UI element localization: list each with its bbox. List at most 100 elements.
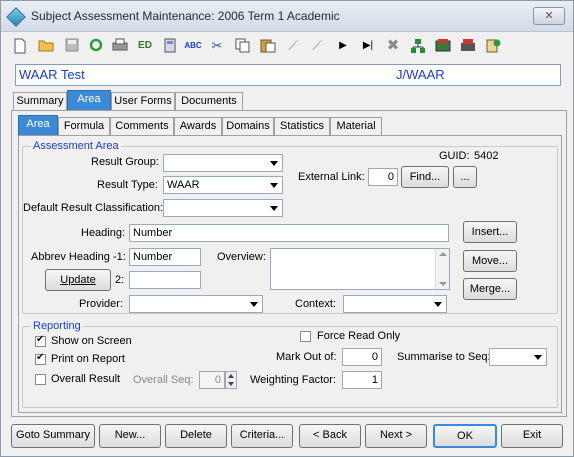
inner-tab-panel: Assessment Area Result Group: GUID: 5402… bbox=[18, 135, 562, 413]
overview-textarea[interactable] bbox=[270, 248, 450, 290]
record-name-bar: WAAR Test J/WAAR bbox=[15, 64, 561, 86]
context-select[interactable] bbox=[343, 295, 447, 313]
calculator-icon[interactable] bbox=[161, 37, 179, 55]
abbrev-heading-field[interactable]: Number bbox=[129, 248, 201, 266]
new-icon[interactable] bbox=[11, 37, 29, 55]
provider-label: Provider: bbox=[79, 298, 124, 310]
tab-area[interactable]: Area bbox=[67, 90, 111, 110]
title-bar: Subject Assessment Maintenance: 2006 Ter… bbox=[1, 1, 573, 32]
external-link-label: External Link: bbox=[298, 171, 365, 183]
find-button[interactable]: Find... bbox=[401, 166, 449, 188]
result-type-select[interactable]: WAAR bbox=[163, 176, 283, 194]
assessment-area-group: Assessment Area Result Group: GUID: 5402… bbox=[22, 140, 558, 314]
abbrev-heading-2-field[interactable] bbox=[129, 271, 201, 289]
prev-icon[interactable]: ⟋ bbox=[308, 37, 326, 55]
exit-button[interactable]: Exit bbox=[501, 424, 563, 448]
clip-icon[interactable] bbox=[459, 37, 477, 55]
window-title: Subject Assessment Maintenance: 2006 Ter… bbox=[31, 9, 340, 23]
tab-comments[interactable]: Comments bbox=[110, 117, 174, 135]
record-name: WAAR Test bbox=[19, 67, 85, 82]
result-group-select[interactable] bbox=[163, 154, 283, 172]
mark-out-of-field[interactable]: 0 bbox=[342, 348, 382, 366]
heading-label: Heading: bbox=[81, 227, 126, 239]
cut-icon[interactable]: ✂ bbox=[208, 37, 226, 55]
clipboard-add-icon[interactable] bbox=[484, 37, 502, 55]
delete-button[interactable]: Delete bbox=[165, 424, 227, 448]
insert-button[interactable]: Insert... bbox=[463, 221, 517, 243]
reporting-group: Reporting Show on Screen Print on Report… bbox=[22, 320, 558, 408]
update-button-label: Update bbox=[60, 274, 96, 286]
weighting-factor-label: Weighting Factor: bbox=[250, 374, 337, 386]
guid-label: GUID: bbox=[439, 150, 470, 162]
tree-icon[interactable] bbox=[409, 37, 427, 55]
goto-summary-button[interactable]: Goto Summary bbox=[11, 424, 95, 448]
result-group-label: Result Group: bbox=[91, 156, 159, 168]
force-read-only-label: Force Read Only bbox=[317, 330, 401, 342]
tab-inner-area[interactable]: Area bbox=[18, 115, 58, 135]
heading-field[interactable]: Number bbox=[129, 224, 449, 242]
overall-result-label: Overall Result bbox=[51, 373, 121, 385]
main-window: Subject Assessment Maintenance: 2006 Ter… bbox=[0, 0, 574, 457]
overall-seq-field[interactable]: 0 bbox=[199, 371, 225, 389]
assessment-area-label: Assessment Area bbox=[31, 140, 121, 152]
tab-statistics[interactable]: Statistics bbox=[274, 117, 330, 135]
provider-select[interactable] bbox=[129, 295, 263, 313]
spellcheck-icon[interactable]: ABC bbox=[184, 37, 202, 55]
summarise-to-seq-select[interactable] bbox=[489, 348, 547, 366]
delete-icon[interactable]: ✖ bbox=[384, 37, 402, 55]
overall-seq-spinner[interactable] bbox=[225, 371, 237, 389]
summarise-to-seq-label: Summarise to Seq: bbox=[397, 351, 491, 363]
overall-result-checkbox[interactable] bbox=[35, 374, 46, 385]
print-on-report-label: Print on Report bbox=[51, 353, 125, 365]
record-code: J/WAAR bbox=[396, 67, 445, 82]
tab-domains[interactable]: Domains bbox=[222, 117, 274, 135]
overview-label: Overview: bbox=[217, 251, 266, 263]
result-type-label: Result Type: bbox=[97, 179, 158, 191]
close-button[interactable]: ✕ bbox=[533, 7, 565, 25]
criteria-button[interactable]: Criteria... bbox=[231, 424, 293, 448]
next-button[interactable]: Next > bbox=[365, 424, 427, 448]
guid-value: 5402 bbox=[474, 150, 499, 162]
default-result-classification-select[interactable] bbox=[163, 199, 283, 217]
tab-material[interactable]: Material bbox=[330, 117, 382, 135]
print-icon[interactable] bbox=[111, 37, 129, 55]
mark-out-of-label: Mark Out of: bbox=[276, 351, 337, 363]
default-result-classification-label: Default Result Classification: bbox=[23, 202, 164, 214]
reporting-label: Reporting bbox=[31, 320, 83, 332]
overall-seq-label: Overall Seq: bbox=[133, 374, 194, 386]
abbrev-heading-label: Abbrev Heading -1: bbox=[31, 251, 126, 263]
folder-icon[interactable] bbox=[434, 37, 452, 55]
toolbar: ED ABC ✂ ⟋ ⟋ ▶ ▶| ✖ bbox=[1, 32, 573, 60]
overview-scrollbar[interactable] bbox=[435, 249, 449, 289]
last-icon[interactable]: ▶| bbox=[359, 37, 377, 55]
force-read-only-checkbox[interactable] bbox=[300, 331, 311, 342]
print-on-report-checkbox[interactable] bbox=[35, 352, 46, 365]
back-button[interactable]: < Back bbox=[299, 424, 361, 448]
app-icon bbox=[6, 7, 26, 27]
abbrev-heading-2-label: 2: bbox=[115, 274, 125, 286]
update-button[interactable]: Update bbox=[45, 269, 111, 291]
refresh-icon[interactable] bbox=[87, 37, 105, 55]
outer-tab-panel: Area Formula Comments Awards Domains Sta… bbox=[11, 110, 567, 417]
tab-awards[interactable]: Awards bbox=[174, 117, 222, 135]
tab-user-forms[interactable]: User Forms bbox=[111, 92, 175, 110]
edit-icon[interactable]: ED bbox=[136, 37, 154, 55]
move-button[interactable]: Move... bbox=[463, 250, 517, 272]
ok-button[interactable]: OK bbox=[433, 424, 497, 448]
external-link-ellipsis-button[interactable]: ... bbox=[453, 166, 477, 188]
copy-icon[interactable] bbox=[234, 37, 252, 55]
external-link-field[interactable]: 0 bbox=[368, 168, 398, 186]
save-icon[interactable] bbox=[63, 37, 81, 55]
new-button[interactable]: New... bbox=[99, 424, 161, 448]
merge-button[interactable]: Merge... bbox=[463, 278, 517, 300]
paste-icon[interactable] bbox=[259, 37, 277, 55]
context-label: Context: bbox=[295, 298, 336, 310]
tab-formula[interactable]: Formula bbox=[58, 117, 110, 135]
tab-documents[interactable]: Documents bbox=[175, 92, 243, 110]
weighting-factor-field[interactable]: 1 bbox=[342, 371, 382, 389]
open-icon[interactable] bbox=[37, 37, 55, 55]
tab-summary[interactable]: Summary bbox=[13, 92, 67, 110]
next-icon[interactable]: ▶ bbox=[334, 37, 352, 55]
show-on-screen-checkbox[interactable] bbox=[35, 334, 46, 347]
first-icon[interactable]: ⟋ bbox=[284, 37, 302, 55]
